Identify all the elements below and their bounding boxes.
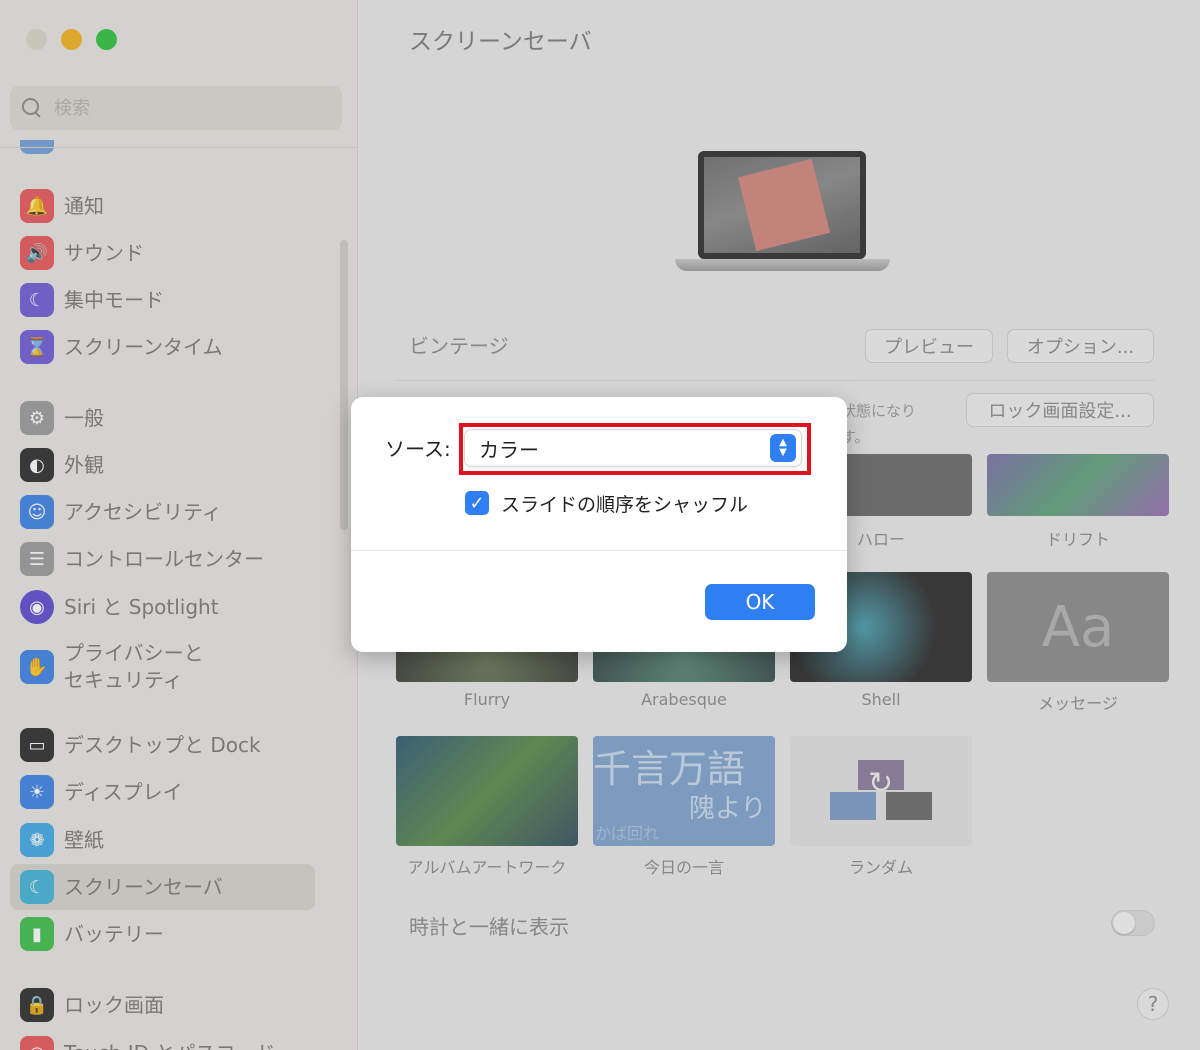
annotation-highlight-box bbox=[459, 423, 811, 475]
source-label: ソース: bbox=[385, 437, 451, 461]
source-options-dialog: ソース: カラー ▲ ▼ ✓ スライドの順序をシャッフル OK bbox=[351, 397, 847, 652]
dialog-divider bbox=[351, 550, 847, 551]
shuffle-label: スライドの順序をシャッフル bbox=[501, 494, 749, 516]
shuffle-checkbox[interactable]: ✓ bbox=[465, 491, 489, 515]
ok-button[interactable]: OK bbox=[705, 584, 815, 620]
